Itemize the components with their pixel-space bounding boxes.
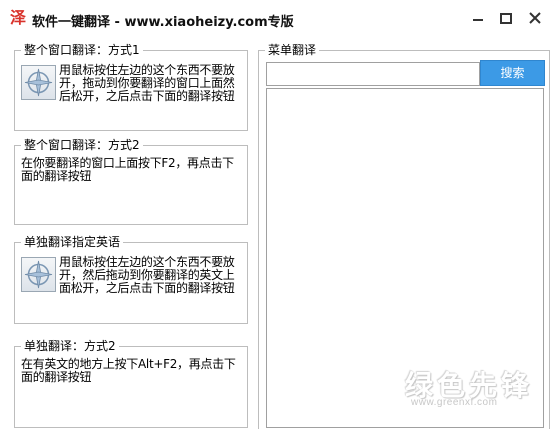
group-label: 菜单翻译	[265, 42, 320, 58]
method-description: 用鼠标按住左边的这个东西不要放开，然后拖动到你要翻译的英文上面松开，之后点击下面…	[59, 255, 235, 295]
window-title: 软件一键翻译 - www.xiaoheizy.com专版	[32, 15, 294, 30]
title-bar: 泽 软件一键翻译 - www.xiaoheizy.com专版	[0, 0, 555, 38]
group-label: 整个窗口翻译：方式2	[21, 137, 143, 153]
crosshair-drag-icon[interactable]	[21, 257, 56, 292]
method-description: 用鼠标按住左边的这个东西不要放开，拖动到你要翻译的窗口上面然后松开，之后点击下面…	[59, 63, 235, 103]
watermark-url: www.greenxf.com	[411, 397, 498, 408]
method-description: 在有英文的地方上按下Alt+F2，再点击下面的翻译按钮	[21, 357, 236, 384]
group-english-method-2: 单独翻译：方式2 在有英文的地方上按下Alt+F2，再点击下面的翻译按钮	[14, 338, 248, 428]
group-label: 单独翻译：方式2	[21, 338, 119, 354]
close-icon	[529, 12, 541, 24]
minimize-button[interactable]	[468, 10, 488, 28]
group-window-method-1: 整个窗口翻译：方式1 用鼠标按住左边的这个东西不要放开，拖动到你要翻译的窗口上面…	[14, 42, 248, 131]
watermark-logo: 绿色先锋 www.greenxf.com	[405, 364, 545, 412]
app-icon: 泽	[10, 8, 27, 27]
group-window-method-2: 整个窗口翻译：方式2 在你要翻译的窗口上面按下F2，再点击下面的翻译按钮	[14, 137, 248, 225]
group-label: 整个窗口翻译：方式1	[21, 42, 143, 58]
maximize-button[interactable]	[496, 10, 516, 28]
search-input[interactable]	[266, 62, 480, 86]
method-description: 在你要翻译的窗口上面按下F2，再点击下面的翻译按钮	[21, 156, 234, 183]
minimize-icon	[473, 19, 483, 21]
crosshair-drag-icon[interactable]	[21, 65, 56, 100]
maximize-icon	[500, 13, 512, 24]
search-button[interactable]: 搜索	[480, 60, 545, 86]
group-label: 单独翻译指定英语	[21, 234, 124, 250]
close-button[interactable]	[525, 10, 545, 28]
group-english-method-1: 单独翻译指定英语 用鼠标按住左边的这个东西不要放开，然后拖动到你要翻译的英文上面…	[14, 234, 248, 324]
